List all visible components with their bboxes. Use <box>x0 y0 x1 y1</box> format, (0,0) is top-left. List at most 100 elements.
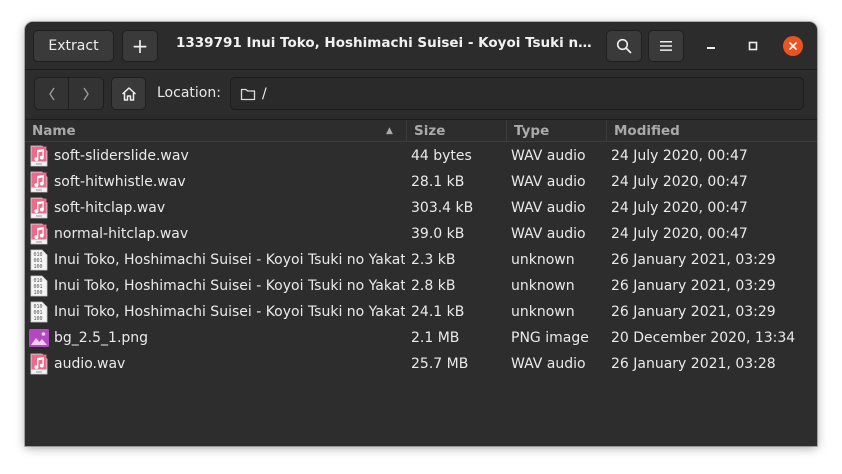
location-path: / <box>262 85 267 102</box>
file-modified-cell: 26 January 2021, 03:29 <box>611 304 776 320</box>
file-type-cell: WAV audio <box>511 356 586 372</box>
file-name: Inui Toko, Hoshimachi Suisei - Koyoi Tsu… <box>54 304 405 320</box>
file-modified-cell: 24 July 2020, 00:47 <box>611 174 748 190</box>
column-header-size[interactable]: Size <box>407 120 507 142</box>
file-type-cell: WAV audio <box>511 148 586 164</box>
file-name: normal-hitclap.wav <box>54 226 189 242</box>
hamburger-menu-icon <box>660 41 672 51</box>
file-size-cell: 25.7 MB <box>411 356 469 372</box>
back-button[interactable] <box>34 77 69 110</box>
folder-icon <box>240 88 256 100</box>
file-name-cell: 010 001 100 Inui Toko, Hoshimachi Suisei - … <box>25 299 405 325</box>
file-type-cell: PNG image <box>511 330 589 346</box>
svg-text:100: 100 <box>34 290 43 296</box>
file-size-cell: 2.3 kB <box>411 252 456 268</box>
svg-text:100: 100 <box>34 264 43 270</box>
binary-file-icon: 010 001 100 <box>30 249 48 271</box>
file-name-cell: bg_2.5_1.png <box>25 325 405 351</box>
file-name-cell: soft-hitwhistle.wav <box>25 169 405 195</box>
window-title: 1339791 Inui Toko, Hoshimachi Suisei - K… <box>176 35 596 51</box>
file-type-cell: unknown <box>511 252 575 268</box>
extract-button-label: Extract <box>48 38 99 54</box>
search-button[interactable] <box>606 30 642 62</box>
file-list: Name ▲ Size Type Modified soft-slidersli… <box>25 120 817 446</box>
file-modified-cell: 26 January 2021, 03:29 <box>611 278 776 294</box>
file-row[interactable]: 010 001 100 Inui Toko, Hoshimachi Suisei - … <box>25 273 817 299</box>
file-name-cell: normal-hitclap.wav <box>25 221 405 247</box>
audio-file-icon <box>30 145 48 167</box>
column-header-name[interactable]: Name ▲ <box>25 120 407 142</box>
file-size-cell: 2.8 kB <box>411 278 456 294</box>
file-row[interactable]: normal-hitclap.wav 39.0 kB WAV audio 24 Jul… <box>25 221 817 247</box>
file-modified-cell: 24 July 2020, 00:47 <box>611 200 748 216</box>
file-row[interactable]: 010 001 100 Inui Toko, Hoshimachi Suisei - … <box>25 299 817 325</box>
search-icon <box>616 38 632 54</box>
file-name-cell: 010 001 100 Inui Toko, Hoshimachi Suisei - … <box>25 273 405 299</box>
file-size-cell: 24.1 kB <box>411 304 465 320</box>
home-button[interactable] <box>111 77 146 110</box>
location-label: Location: <box>157 85 221 101</box>
column-size-label: Size <box>414 122 446 139</box>
file-name: Inui Toko, Hoshimachi Suisei - Koyoi Tsu… <box>54 278 405 294</box>
file-name-cell: soft-sliderslide.wav <box>25 143 405 169</box>
file-size-cell: 2.1 MB <box>411 330 460 346</box>
audio-file-icon <box>30 223 48 245</box>
main-menu-button[interactable] <box>648 30 684 62</box>
file-name-cell: audio.wav <box>25 351 405 377</box>
column-name-label: Name <box>32 122 76 139</box>
location-field[interactable]: / <box>230 77 804 110</box>
file-row[interactable]: soft-hitclap.wav 303.4 kB WAV audio 24 July… <box>25 195 817 221</box>
binary-file-icon: 010 001 100 <box>30 275 48 297</box>
file-modified-cell: 24 July 2020, 00:47 <box>611 148 748 164</box>
svg-text:100: 100 <box>34 316 43 322</box>
forward-button[interactable] <box>68 77 104 110</box>
file-name: soft-sliderslide.wav <box>54 148 189 164</box>
column-modified-label: Modified <box>614 122 680 139</box>
file-row[interactable]: soft-hitwhistle.wav 28.1 kB WAV audio 24 Ju… <box>25 169 817 195</box>
file-size-cell: 303.4 kB <box>411 200 474 216</box>
column-header-modified[interactable]: Modified <box>607 120 817 142</box>
file-name-cell: 010 001 100 Inui Toko, Hoshimachi Suisei - … <box>25 247 405 273</box>
chevron-left-icon <box>48 87 55 100</box>
extract-button[interactable]: Extract <box>33 30 114 62</box>
file-name: soft-hitclap.wav <box>54 200 166 216</box>
file-type-cell: WAV audio <box>511 200 586 216</box>
close-icon <box>789 42 797 50</box>
file-modified-cell: 26 January 2021, 03:28 <box>611 356 776 372</box>
file-row[interactable]: soft-sliderslide.wav 44 bytes WAV audio 24 … <box>25 143 817 169</box>
file-row[interactable]: bg_2.5_1.png 2.1 MB PNG image 20 December 2… <box>25 325 817 351</box>
file-modified-cell: 24 July 2020, 00:47 <box>611 226 748 242</box>
file-name: soft-hitwhistle.wav <box>54 174 186 190</box>
binary-file-icon: 010 001 100 <box>30 301 48 323</box>
home-icon <box>121 86 136 101</box>
audio-file-icon <box>30 197 48 219</box>
header-bar: Extract + 1339791 Inui Toko, Hoshimachi … <box>25 22 817 70</box>
file-type-cell: WAV audio <box>511 174 586 190</box>
file-size-cell: 44 bytes <box>411 148 472 164</box>
sort-ascending-icon: ▲ <box>386 125 393 136</box>
archive-manager-window: Extract + 1339791 Inui Toko, Hoshimachi … <box>25 22 817 446</box>
audio-file-icon <box>30 353 48 375</box>
file-name: bg_2.5_1.png <box>54 330 149 346</box>
column-header-type[interactable]: Type <box>507 120 607 142</box>
file-type-cell: unknown <box>511 278 575 294</box>
chevron-right-icon <box>83 87 89 100</box>
maximize-button[interactable] <box>743 36 763 56</box>
image-file-icon <box>28 328 49 350</box>
add-files-button[interactable]: + <box>122 30 158 62</box>
file-size-cell: 28.1 kB <box>411 174 465 190</box>
file-modified-cell: 20 December 2020, 13:34 <box>611 330 796 346</box>
file-size-cell: 39.0 kB <box>411 226 465 242</box>
file-modified-cell: 26 January 2021, 03:29 <box>611 252 776 268</box>
minimize-button[interactable] <box>701 36 721 56</box>
column-type-label: Type <box>514 122 550 139</box>
close-button[interactable] <box>783 36 803 56</box>
file-name: audio.wav <box>54 356 126 372</box>
file-row[interactable]: 010 001 100 Inui Toko, Hoshimachi Suisei - … <box>25 247 817 273</box>
minimize-icon <box>707 47 715 49</box>
file-row[interactable]: audio.wav 25.7 MB WAV audio 26 January 2021… <box>25 351 817 377</box>
file-type-cell: unknown <box>511 304 575 320</box>
maximize-icon <box>748 41 758 51</box>
audio-file-icon <box>30 171 48 193</box>
file-type-cell: WAV audio <box>511 226 586 242</box>
